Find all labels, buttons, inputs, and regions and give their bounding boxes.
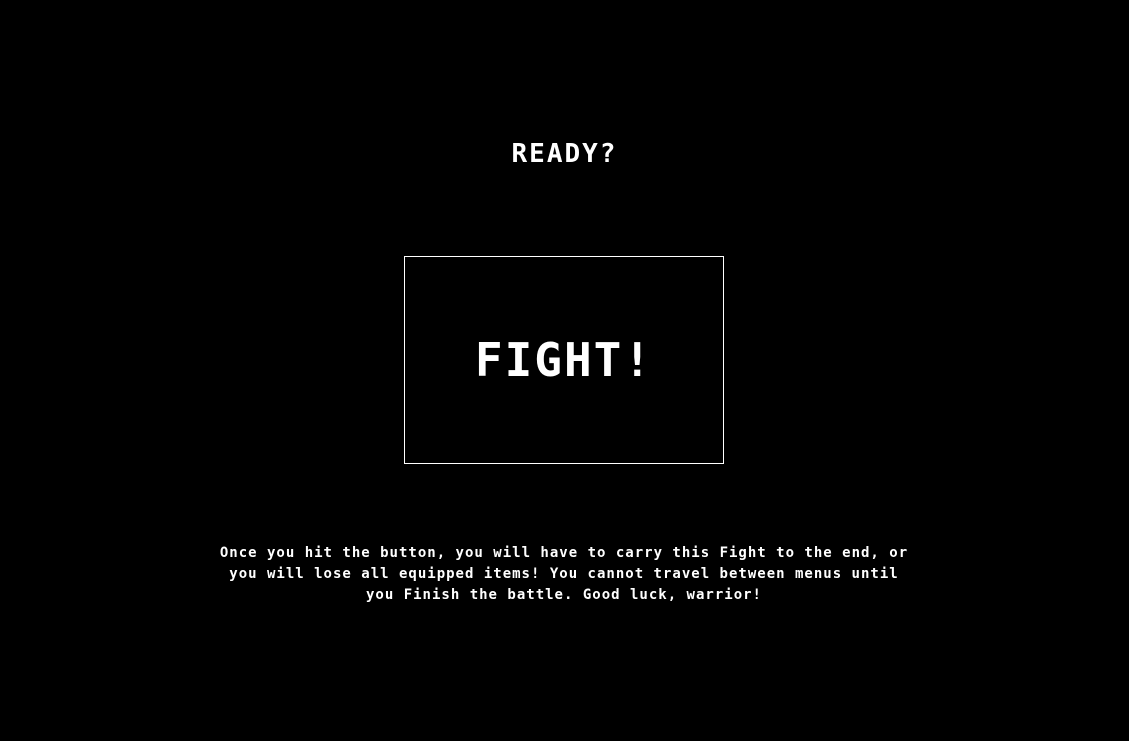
fight-button[interactable]: FIGHT! xyxy=(404,256,724,464)
fight-button-label: FIGHT! xyxy=(474,333,654,387)
warning-message: Once you hit the button, you will have t… xyxy=(219,545,909,603)
battle-ready-screen: READY? FIGHT! Once you hit the button, y… xyxy=(0,0,1129,741)
ready-title: READY? xyxy=(511,139,618,169)
